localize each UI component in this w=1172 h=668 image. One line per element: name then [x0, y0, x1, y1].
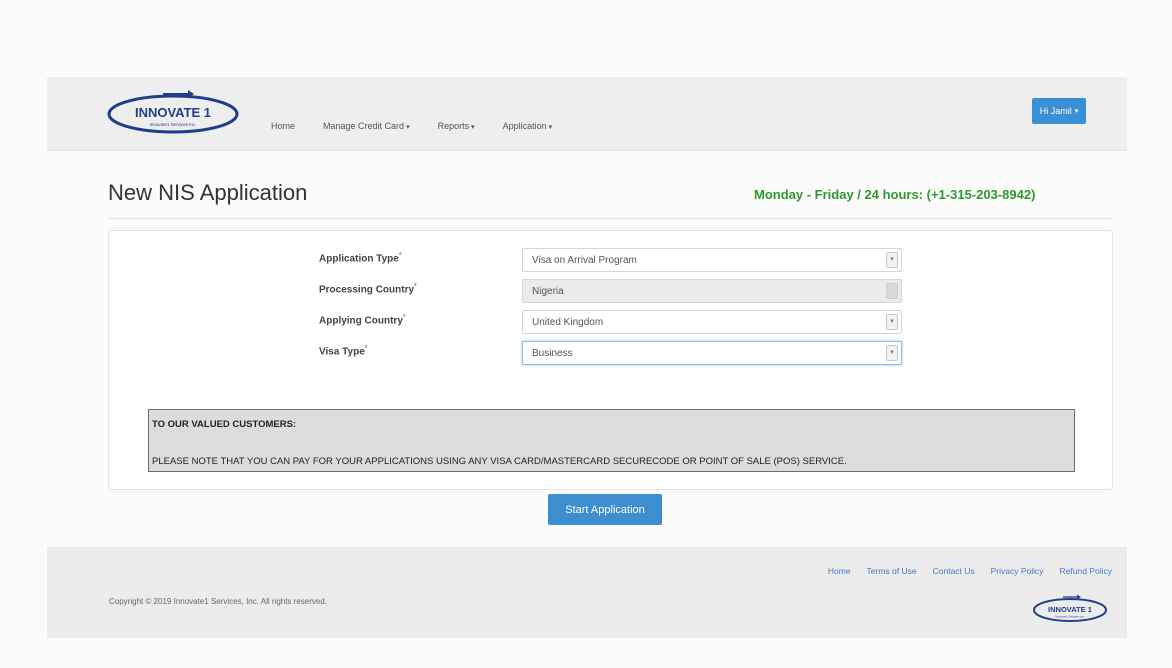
application-type-value: Visa on Arrival Program — [532, 255, 637, 266]
form-row-visa-type: Visa Type* Business ▾ — [109, 341, 1112, 367]
visa-type-select[interactable]: Business ▾ — [522, 341, 902, 365]
caret-down-icon: ▾ — [406, 124, 410, 131]
footer-link-terms[interactable]: Terms of Use — [867, 566, 917, 576]
page-title: New NIS Application — [108, 180, 308, 205]
dropdown-arrow-icon: ▾ — [886, 283, 898, 299]
form-row-processing-country: Processing Country* Nigeria ▾ — [109, 279, 1112, 305]
required-mark: * — [398, 252, 402, 259]
applying-country-select[interactable]: United Kingdom ▾ — [522, 310, 902, 334]
footer-link-refund[interactable]: Refund Policy — [1060, 566, 1112, 576]
footer: Home Terms of Use Contact Us Privacy Pol… — [47, 547, 1127, 638]
required-mark: * — [402, 314, 406, 321]
visa-type-label-text: Visa Type — [319, 346, 365, 358]
svg-text:Innovate1 Services Inc.: Innovate1 Services Inc. — [150, 122, 197, 127]
footer-links: Home Terms of Use Contact Us Privacy Pol… — [812, 566, 1112, 576]
nav-reports[interactable]: Reports ▾ — [438, 121, 475, 131]
dropdown-arrow-icon: ▾ — [886, 314, 898, 330]
nav-manage-credit-card-label: Manage Credit Card — [323, 121, 405, 131]
application-type-select[interactable]: Visa on Arrival Program ▾ — [522, 248, 902, 272]
svg-text:Innovate1 Services Inc.: Innovate1 Services Inc. — [1055, 615, 1084, 619]
visa-type-value: Business — [532, 348, 573, 359]
applying-country-label-text: Applying Country — [319, 315, 403, 327]
applying-country-label: Applying Country* — [319, 314, 406, 326]
processing-country-label: Processing Country* — [319, 283, 417, 295]
notice-body: PLEASE NOTE THAT YOU CAN PAY FOR YOUR AP… — [152, 456, 847, 467]
nav-home-label: Home — [271, 121, 296, 131]
footer-link-home[interactable]: Home — [828, 566, 851, 576]
processing-country-label-text: Processing Country — [319, 284, 415, 296]
nav-manage-credit-card[interactable]: Manage Credit Card ▾ — [323, 121, 410, 131]
application-type-label-text: Application Type — [319, 253, 399, 265]
footer-link-contact[interactable]: Contact Us — [933, 566, 975, 576]
user-menu-button[interactable]: Hi Jamil ▾ — [1032, 98, 1086, 124]
caret-down-icon: ▾ — [548, 124, 553, 131]
form-row-application-type: Application Type* Visa on Arrival Progra… — [109, 248, 1112, 274]
dropdown-arrow-icon: ▾ — [886, 252, 898, 268]
required-mark: * — [364, 345, 368, 352]
footer-link-privacy[interactable]: Privacy Policy — [991, 566, 1044, 576]
form-row-applying-country: Applying Country* United Kingdom ▾ — [109, 310, 1112, 336]
caret-down-icon: ▾ — [1074, 108, 1079, 115]
applying-country-value: United Kingdom — [532, 317, 604, 328]
visa-type-label: Visa Type* — [319, 345, 368, 357]
application-form-panel: Application Type* Visa on Arrival Progra… — [108, 230, 1113, 490]
application-type-label: Application Type* — [319, 252, 402, 264]
svg-text:INNOVATE 1: INNOVATE 1 — [1048, 605, 1092, 614]
footer-logo: INNOVATE 1 Innovate1 Services Inc. — [1033, 594, 1107, 622]
nav-application-label: Application — [502, 121, 547, 131]
nav-application[interactable]: Application ▾ — [503, 121, 553, 131]
innovate1-logo[interactable]: INNOVATE 1 Innovate1 Services Inc. — [105, 86, 245, 136]
caret-down-icon: ▾ — [471, 124, 475, 131]
support-hours: Monday - Friday / 24 hours: (+1-315-203-… — [754, 187, 1036, 202]
copyright-text: Copyright © 2019 Innovate1 Services, Inc… — [109, 597, 328, 606]
processing-country-select: Nigeria ▾ — [522, 279, 902, 303]
heading-divider — [108, 218, 1113, 219]
processing-country-value: Nigeria — [532, 286, 564, 297]
user-menu-label: Hi Jamil — [1039, 106, 1072, 116]
nav-reports-label: Reports — [437, 121, 470, 131]
required-mark: * — [414, 283, 417, 290]
dropdown-arrow-icon: ▾ — [886, 345, 898, 361]
main-nav: Home Manage Credit Card ▾ Reports ▾ Applic… — [271, 121, 580, 131]
notice-title: TO OUR VALUED CUSTOMERS: — [152, 419, 297, 430]
customer-notice: TO OUR VALUED CUSTOMERS: PLEASE NOTE THA… — [148, 409, 1075, 472]
start-application-button[interactable]: Start Application — [548, 494, 662, 525]
svg-text:INNOVATE 1: INNOVATE 1 — [135, 105, 211, 120]
top-navbar: INNOVATE 1 Innovate1 Services Inc. Home … — [47, 77, 1127, 151]
nav-home[interactable]: Home — [271, 121, 295, 131]
